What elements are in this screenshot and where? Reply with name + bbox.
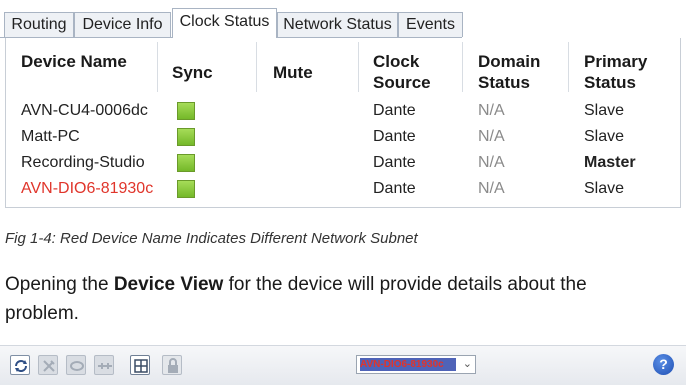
sync-indicator: [177, 102, 195, 120]
header-device-name[interactable]: Device Name: [21, 51, 141, 72]
tab-bar: Routing Device Info Clock Status Network…: [0, 8, 686, 38]
column-divider[interactable]: [358, 42, 359, 92]
network-icon: [70, 361, 84, 371]
sync-indicator: [177, 180, 195, 198]
table-row[interactable]: Matt-PC Dante N/A Slave: [6, 124, 680, 150]
domain-status-cell: N/A: [478, 128, 505, 145]
table-row[interactable]: AVN-CU4-0006dc Dante N/A Slave: [6, 98, 680, 124]
connection-button[interactable]: [94, 355, 114, 375]
header-primary-status[interactable]: Primary Status: [584, 51, 669, 93]
column-divider[interactable]: [568, 42, 569, 92]
clock-source-cell: Dante: [373, 154, 416, 171]
body-paragraph: Opening the Device View for the device w…: [5, 270, 665, 328]
device-name-cell: AVN-CU4-0006dc: [21, 102, 148, 119]
column-divider[interactable]: [157, 42, 158, 92]
refresh-button[interactable]: [10, 355, 30, 375]
chevron-down-icon: ⌄: [462, 358, 472, 370]
primary-status-cell: Slave: [584, 180, 625, 197]
tab-events[interactable]: Events: [398, 12, 463, 37]
tools-button[interactable]: [38, 355, 58, 375]
tab-network-status[interactable]: Network Status: [277, 12, 398, 37]
tab-device-info[interactable]: Device Info: [74, 12, 171, 37]
clock-source-cell: Dante: [373, 102, 416, 119]
network-button[interactable]: [66, 355, 86, 375]
tools-icon: [43, 360, 55, 372]
table-row[interactable]: Recording-Studio Dante N/A Master: [6, 150, 680, 176]
clock-source-cell: Dante: [373, 180, 416, 197]
clock-source-cell: Dante: [373, 128, 416, 145]
device-name-cell-subnet-warning: AVN-DIO6-81930c: [21, 180, 154, 197]
device-name-cell: Matt-PC: [21, 128, 80, 145]
help-button[interactable]: ?: [653, 354, 674, 375]
header-mute[interactable]: Mute: [273, 62, 313, 83]
lock-icon: [168, 358, 178, 373]
tab-routing[interactable]: Routing: [4, 12, 74, 37]
domain-status-cell: N/A: [478, 180, 505, 197]
primary-status-cell: Slave: [584, 128, 625, 145]
primary-status-cell: Master: [584, 154, 636, 171]
grid-icon: [134, 359, 148, 373]
grid-button[interactable]: [130, 355, 150, 375]
clock-status-table: Device Name Sync Mute Clock Source Domai…: [5, 38, 681, 208]
connection-icon: [98, 363, 112, 369]
tab-clock-status[interactable]: Clock Status: [172, 8, 277, 38]
primary-status-cell: Slave: [584, 102, 625, 119]
sync-indicator: [177, 154, 195, 172]
domain-status-cell: N/A: [478, 102, 505, 119]
header-sync[interactable]: Sync: [172, 62, 213, 83]
domain-status-cell: N/A: [478, 154, 505, 171]
device-name-cell: Recording-Studio: [21, 154, 145, 171]
sync-indicator: [177, 128, 195, 146]
paragraph-emphasis: Device View: [113, 274, 224, 295]
header-clock-source[interactable]: Clock Source: [373, 51, 458, 93]
column-divider[interactable]: [256, 42, 257, 92]
figure-caption: Fig 1-4: Red Device Name Indicates Diffe…: [5, 230, 418, 247]
lock-button[interactable]: [162, 355, 182, 375]
header-domain-status[interactable]: Domain Status: [478, 51, 563, 93]
refresh-icon: [15, 360, 27, 372]
column-divider[interactable]: [462, 42, 463, 92]
table-row[interactable]: AVN-DIO6-81930c Dante N/A Slave: [6, 176, 680, 202]
device-select-value: AVN-DIO6-81930c: [360, 358, 456, 371]
paragraph-text: Opening the: [5, 274, 114, 295]
bottom-toolbar: AVN-DIO6-81930c ⌄ ?: [0, 345, 686, 385]
device-select[interactable]: AVN-DIO6-81930c ⌄: [356, 355, 476, 374]
